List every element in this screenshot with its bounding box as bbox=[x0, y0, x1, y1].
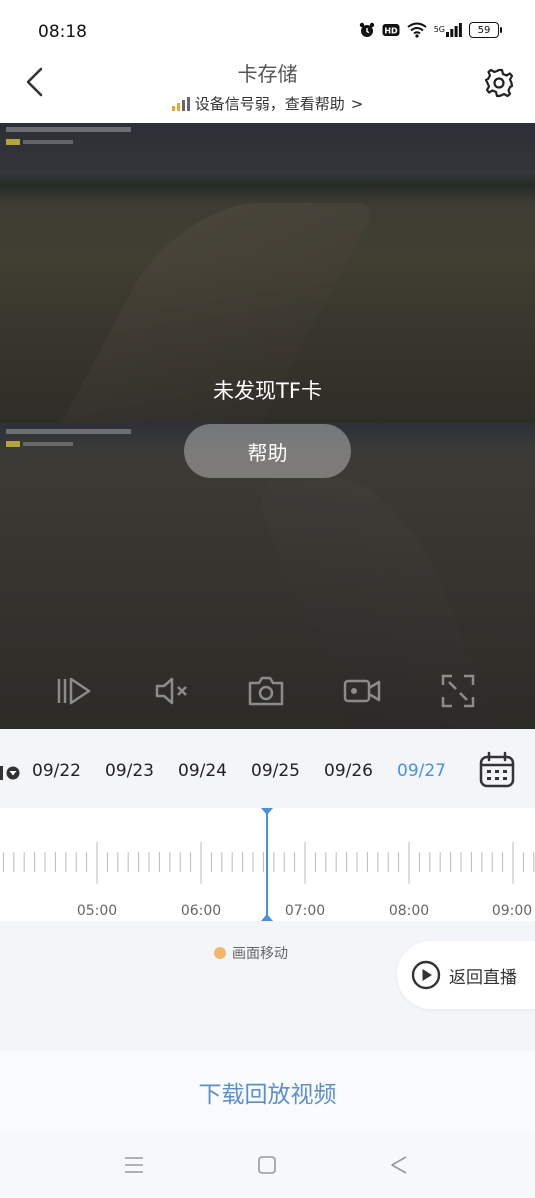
fullscreen-button[interactable] bbox=[438, 671, 478, 711]
back-triangle-icon bbox=[391, 1156, 407, 1174]
page-title: 卡存储 bbox=[237, 62, 298, 86]
osd-overlay-top bbox=[6, 126, 136, 150]
cellular-signal-icon: 5G bbox=[434, 23, 462, 37]
timeline-scrubber[interactable]: 05:00 06:00 07:00 08:00 09:00 bbox=[0, 808, 535, 921]
system-nav-bar bbox=[0, 1131, 535, 1198]
snapshot-button[interactable] bbox=[246, 671, 286, 711]
weak-signal-icon bbox=[171, 96, 190, 111]
home-square-icon bbox=[258, 1156, 276, 1174]
date-item[interactable]: 09/24 bbox=[178, 761, 227, 781]
timeline-cursor[interactable] bbox=[266, 810, 268, 920]
settings-button[interactable] bbox=[483, 67, 515, 99]
date-item[interactable]: 09/26 bbox=[324, 761, 373, 781]
play-circle-icon bbox=[411, 960, 441, 990]
menu-icon bbox=[125, 1157, 143, 1173]
download-area: 下载回放视频 bbox=[0, 1051, 535, 1131]
timeline-cursor-bottom bbox=[261, 914, 273, 921]
osd-overlay-bottom bbox=[6, 428, 136, 452]
battery-icon: 59 bbox=[469, 22, 502, 38]
menu-nav-button[interactable] bbox=[122, 1153, 146, 1177]
time-label: 06:00 bbox=[180, 903, 222, 919]
legend-motion-label: 画面移动 bbox=[232, 946, 288, 962]
download-playback-button[interactable]: 下载回放视频 bbox=[0, 1075, 535, 1109]
back-to-live-label: 返回直播 bbox=[449, 967, 517, 988]
chevron-right-icon: > bbox=[350, 94, 364, 113]
playback-speed-button[interactable] bbox=[55, 671, 95, 711]
calendar-icon bbox=[479, 751, 515, 788]
network-type: 5G bbox=[433, 25, 445, 34]
video-player[interactable]: 未发现TF卡 帮助 bbox=[0, 123, 535, 729]
alarm-clock-icon bbox=[359, 22, 375, 38]
wifi-icon bbox=[407, 22, 427, 38]
legend-motion: 画面移动 bbox=[214, 943, 288, 963]
record-button[interactable] bbox=[342, 671, 382, 711]
camera-icon bbox=[248, 676, 284, 706]
player-controls bbox=[0, 671, 535, 713]
time-label: 09:00 bbox=[491, 903, 533, 919]
signal-help-link[interactable]: 设备信号弱，查看帮助 > bbox=[0, 93, 535, 114]
date-item-selected[interactable]: 09/27 bbox=[397, 761, 446, 781]
no-tf-card-message: 未发现TF卡 bbox=[213, 379, 322, 403]
help-button[interactable]: 帮助 bbox=[184, 424, 351, 478]
battery-level: 59 bbox=[477, 24, 491, 36]
header: 卡存储 设备信号弱，查看帮助 > bbox=[0, 55, 535, 123]
time-label: 05:00 bbox=[76, 903, 118, 919]
hd-icon: HD bbox=[382, 22, 400, 38]
svg-text:HD: HD bbox=[384, 27, 398, 36]
back-nav-button[interactable] bbox=[387, 1153, 411, 1177]
event-legend-area: 画面移动 返回直播 bbox=[0, 921, 535, 1051]
time-label: 07:00 bbox=[284, 903, 326, 919]
date-item[interactable]: 09/23 bbox=[105, 761, 154, 781]
play-step-icon bbox=[57, 677, 91, 705]
fullscreen-icon bbox=[441, 674, 475, 708]
calendar-button[interactable] bbox=[478, 751, 516, 789]
status-icons: HD 5G 59 bbox=[359, 22, 502, 38]
record-marker-icon bbox=[0, 765, 22, 780]
status-bar: 08:18 HD 5G 59 bbox=[0, 0, 535, 60]
signal-hint-text: 设备信号弱，查看帮助 bbox=[194, 95, 345, 113]
video-record-icon bbox=[343, 679, 381, 703]
mute-button[interactable] bbox=[152, 671, 192, 711]
home-nav-button[interactable] bbox=[255, 1153, 279, 1177]
back-to-live-button[interactable]: 返回直播 bbox=[397, 941, 535, 1009]
date-item[interactable]: 09/25 bbox=[251, 761, 300, 781]
date-item[interactable]: 09/22 bbox=[32, 761, 81, 781]
motion-dot-icon bbox=[214, 947, 226, 959]
gear-icon bbox=[484, 68, 514, 98]
time-label: 08:00 bbox=[388, 903, 430, 919]
speaker-mute-icon bbox=[155, 677, 187, 705]
date-selector: 09/22 09/23 09/24 09/25 09/26 09/27 bbox=[0, 729, 535, 809]
status-time: 08:18 bbox=[38, 22, 87, 42]
